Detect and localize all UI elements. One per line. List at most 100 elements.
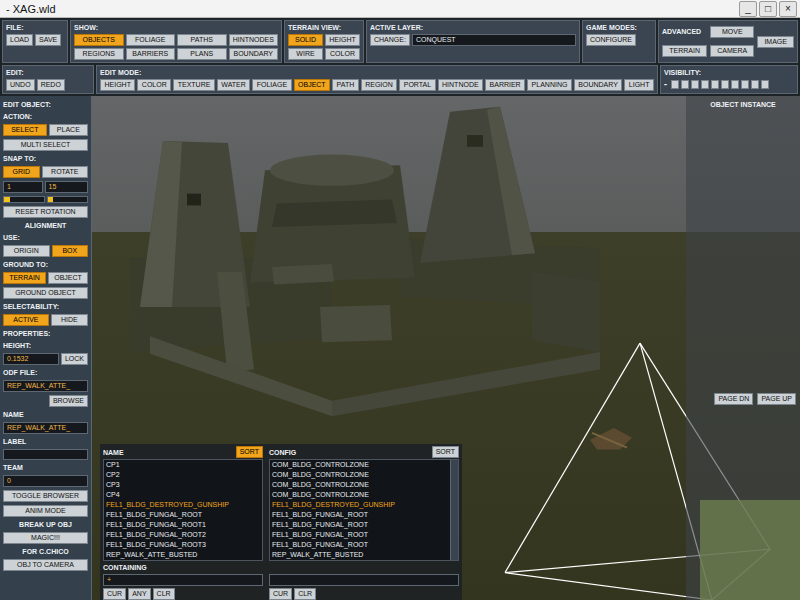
- edit-mode-button[interactable]: COLOR: [137, 79, 171, 91]
- file-button[interactable]: SAVE: [35, 34, 61, 46]
- edit-mode-button[interactable]: PLANNING: [527, 79, 572, 91]
- panel-button[interactable]: GRID: [3, 166, 40, 178]
- visibility-segment[interactable]: [731, 80, 739, 89]
- visibility-segment[interactable]: [761, 80, 769, 89]
- edit-mode-button[interactable]: LIGHT: [624, 79, 654, 91]
- panel-button[interactable]: PLACE: [49, 124, 88, 136]
- show-button[interactable]: BARRIERS: [126, 48, 176, 60]
- snap-field[interactable]: 15: [45, 181, 88, 193]
- containing-field[interactable]: [269, 574, 459, 586]
- terrain-view-button[interactable]: COLOR: [325, 48, 360, 60]
- panel-button[interactable]: OBJECT: [48, 272, 88, 284]
- visibility-segment[interactable]: [751, 80, 759, 89]
- filter-button[interactable]: CUR: [269, 588, 292, 600]
- edit-button[interactable]: REDO: [37, 79, 65, 91]
- browse-button[interactable]: BROWSE: [49, 395, 88, 407]
- terrain-view-button[interactable]: SOLID: [288, 34, 323, 46]
- object-row[interactable]: CP4: [104, 490, 262, 500]
- visibility-segment[interactable]: [701, 80, 709, 89]
- show-button[interactable]: BOUNDARY: [229, 48, 279, 60]
- property-field[interactable]: REP_WALK_ATTE_: [3, 380, 88, 392]
- edit-mode-button[interactable]: PORTAL: [399, 79, 435, 91]
- filter-button[interactable]: CLR: [294, 588, 316, 600]
- panel-button[interactable]: BOX: [52, 245, 88, 257]
- height-field[interactable]: 0.1532: [3, 353, 59, 365]
- edit-mode-button[interactable]: OBJECT: [294, 79, 331, 91]
- terrain-view-button[interactable]: WIRE: [288, 48, 323, 60]
- panel-button[interactable]: OBJ TO CAMERA: [3, 559, 88, 571]
- property-field[interactable]: 0: [3, 475, 88, 487]
- scrollbar[interactable]: [450, 460, 458, 560]
- visibility-segment[interactable]: [721, 80, 729, 89]
- object-list[interactable]: COM_BLDG_CONTROLZONECOM_BLDG_CONTROLZONE…: [270, 460, 449, 560]
- object-row[interactable]: COM_BLDG_CONTROLZONE: [270, 460, 449, 470]
- advanced-button[interactable]: MOVE: [710, 26, 754, 38]
- panel-button[interactable]: ACTIVE: [3, 314, 49, 326]
- show-button[interactable]: HINTNODES: [229, 34, 279, 46]
- object-row[interactable]: COM_BLDG_CONTROLZONE: [270, 490, 449, 500]
- panel-button[interactable]: SELECT: [3, 124, 47, 136]
- panel-button[interactable]: TOGGLE BROWSER: [3, 490, 88, 502]
- object-row[interactable]: FEL1_BLDG_FUNGAL_ROOT: [270, 540, 449, 550]
- edit-mode-button[interactable]: BARRIER: [485, 79, 525, 91]
- page-button[interactable]: PAGE DN: [714, 393, 753, 405]
- object-row[interactable]: FEL1_BLDG_DESTROYED_GUNSHIP: [104, 500, 262, 510]
- edit-mode-button[interactable]: BOUNDARY: [574, 79, 622, 91]
- property-field[interactable]: REP_WALK_ATTE_: [3, 422, 88, 434]
- object-row[interactable]: CP3: [104, 480, 262, 490]
- panel-button[interactable]: TERRAIN: [3, 272, 46, 284]
- edit-mode-button[interactable]: HEIGHT: [100, 79, 135, 91]
- visibility-segment[interactable]: [671, 80, 679, 89]
- snap-field[interactable]: 1: [3, 181, 43, 193]
- edit-mode-button[interactable]: PATH: [332, 79, 359, 91]
- object-list[interactable]: CP1CP2CP3CP4FEL1_BLDG_DESTROYED_GUNSHIPF…: [104, 460, 262, 560]
- filter-button[interactable]: CLR: [153, 588, 175, 600]
- visibility-segment[interactable]: [711, 80, 719, 89]
- advanced-button[interactable]: IMAGE: [757, 36, 794, 48]
- advanced-button[interactable]: CAMERA: [710, 45, 754, 57]
- 3d-viewport[interactable]: OBJECT INSTANCEPAGE DNPAGE UPNAMESORTCP1…: [92, 96, 800, 600]
- show-button[interactable]: OBJECTS: [74, 34, 124, 46]
- window-control-button[interactable]: _: [739, 1, 757, 17]
- object-row[interactable]: FEL1_BLDG_FUNGAL_ROOT: [270, 530, 449, 540]
- object-row[interactable]: COM_BLDG_CONTROLZONE: [270, 480, 449, 490]
- edit-mode-button[interactable]: TEXTURE: [173, 79, 215, 91]
- panel-button[interactable]: ANIM MODE: [3, 505, 88, 517]
- panel-button[interactable]: HIDE: [51, 314, 88, 326]
- sort-button[interactable]: SORT: [432, 446, 459, 458]
- show-button[interactable]: FOLIAGE: [126, 34, 176, 46]
- object-row[interactable]: FEL1_BLDG_FUNGAL_ROOT: [104, 510, 262, 520]
- terrain-view-button[interactable]: HEIGHT: [325, 34, 360, 46]
- change-layer-button[interactable]: CHANGE:: [370, 34, 410, 46]
- show-button[interactable]: PLANS: [177, 48, 227, 60]
- edit-mode-button[interactable]: REGION: [361, 79, 398, 91]
- panel-button[interactable]: ORIGIN: [3, 245, 50, 257]
- visibility-segment[interactable]: [741, 80, 749, 89]
- window-control-button[interactable]: □: [759, 1, 777, 17]
- minimap[interactable]: [700, 500, 800, 600]
- panel-button[interactable]: RESET ROTATION: [3, 206, 88, 218]
- page-button[interactable]: PAGE UP: [757, 393, 796, 405]
- edit-mode-button[interactable]: FOLIAGE: [252, 79, 291, 91]
- advanced-button[interactable]: TERRAIN: [662, 45, 707, 57]
- sort-button[interactable]: SORT: [236, 446, 263, 458]
- show-button[interactable]: PATHS: [177, 34, 227, 46]
- visibility-minus[interactable]: -: [664, 79, 669, 89]
- object-row[interactable]: FEL1_BLDG_DESTROYED_GUNSHIP: [270, 500, 449, 510]
- filter-button[interactable]: ANY: [128, 588, 150, 600]
- snap-slider[interactable]: [3, 196, 45, 203]
- configure-button[interactable]: CONFIGURE: [586, 34, 636, 46]
- active-layer-field[interactable]: CONQUEST: [412, 34, 576, 46]
- object-row[interactable]: FEL1_BLDG_FUNGAL_ROOT: [270, 510, 449, 520]
- object-row[interactable]: CP1: [104, 460, 262, 470]
- edit-mode-button[interactable]: HINTNODE: [438, 79, 484, 91]
- object-row[interactable]: FEL1_BLDG_FUNGAL_ROOT3: [104, 540, 262, 550]
- visibility-segment[interactable]: [681, 80, 689, 89]
- lock-button[interactable]: LOCK: [61, 353, 88, 365]
- visibility-segment[interactable]: [691, 80, 699, 89]
- edit-button[interactable]: UNDO: [6, 79, 35, 91]
- file-button[interactable]: LOAD: [6, 34, 33, 46]
- show-button[interactable]: REGIONS: [74, 48, 124, 60]
- object-row[interactable]: REP_WALK_ATTE_BUSTED: [104, 550, 262, 560]
- property-field[interactable]: [3, 449, 88, 460]
